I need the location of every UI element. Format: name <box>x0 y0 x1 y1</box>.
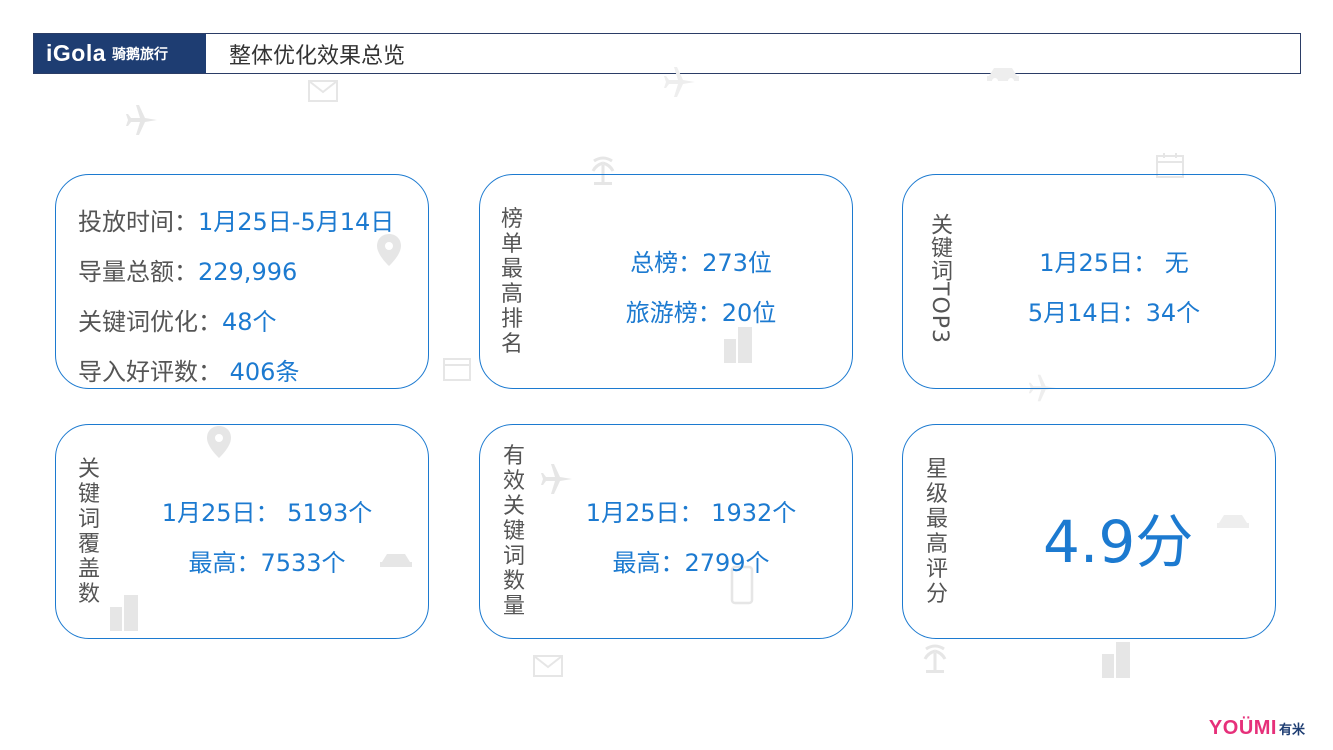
label-char: 最 <box>925 506 948 532</box>
palm-tree-icon <box>922 643 948 678</box>
card-campaign-summary: 投放时间：1月25日-5月14日 导量总额：229,996 关键词优化：48个 … <box>55 174 429 389</box>
label-top3-end: 5月14日： <box>1027 299 1146 327</box>
label-char: 名 <box>500 331 523 357</box>
footer-logo-cn: 有米 <box>1278 722 1305 737</box>
value-top3-end: 34个 <box>1145 299 1201 327</box>
value-reviews: 406条 <box>222 358 300 386</box>
plane-icon <box>125 103 159 142</box>
vertical-label-top3: 关键词TOP3 <box>927 213 952 345</box>
row-coverage-start: 1月25日： 5193个 <box>162 488 373 538</box>
label-char: 数 <box>77 581 100 607</box>
label-keywords: 关键词优化： <box>78 308 222 336</box>
label-char: 星 <box>925 456 948 482</box>
label-travel-rank: 旅游榜： <box>625 299 722 327</box>
label-coverage-start: 1月25日： <box>161 499 280 527</box>
label-char: 覆 <box>77 531 100 557</box>
youmi-logo: YOÜMI 有米 <box>1209 717 1305 740</box>
value-coverage-max: 7533个 <box>260 549 346 577</box>
label-char: 关 <box>502 494 525 519</box>
label-char: 高 <box>925 531 948 557</box>
rating-score: 4.9分 <box>1043 508 1194 576</box>
effective-lines: 1月25日： 1932个 最高：2799个 <box>550 488 832 588</box>
label-traffic: 导量总额： <box>78 258 198 286</box>
top3-lines: 1月25日： 无 5月14日：34个 <box>973 238 1255 338</box>
value-coverage-start: 5193个 <box>279 499 373 527</box>
igola-logo: iGola 骑鹅旅行 <box>34 34 206 73</box>
card-effective-keywords: 有 效 关 键 词 数 量 1月25日： 1932个 最高：2799个 <box>479 424 853 639</box>
car-icon <box>985 64 1021 89</box>
value-period: 1月25日-5月14日 <box>198 208 395 236</box>
page-title: 整体优化效果总览 <box>229 43 406 69</box>
label-effective-max: 最高： <box>612 549 685 577</box>
label-top3-start: 1月25日： <box>1039 249 1158 277</box>
label-char: 级 <box>925 481 948 507</box>
label-char: 高 <box>500 281 523 307</box>
row-traffic: 导量总额：229,996 <box>78 247 394 297</box>
label-reviews: 导入好评数： <box>78 358 222 386</box>
vertical-label-effective: 有 效 关 键 词 数 量 <box>500 425 528 638</box>
calendar-icon <box>443 355 471 386</box>
row-effective-max: 最高：2799个 <box>612 538 769 588</box>
value-effective-max: 2799个 <box>684 549 770 577</box>
row-reviews: 导入好评数： 406条 <box>78 347 394 397</box>
summary-lines: 投放时间：1月25日-5月14日 导量总额：229,996 关键词优化：48个 … <box>78 197 394 397</box>
label-char: 最 <box>500 256 523 282</box>
row-top3-end: 5月14日：34个 <box>1028 288 1200 338</box>
value-top3-start: 无 <box>1157 249 1189 277</box>
building-icon <box>1100 640 1134 685</box>
row-travel-rank: 旅游榜：20位 <box>626 288 777 338</box>
vertical-label-ranking: 榜 单 最 高 排 名 <box>498 175 526 388</box>
row-effective-start: 1月25日： 1932个 <box>586 488 797 538</box>
card-keyword-top3: 关键词TOP3 1月25日： 无 5月14日：34个 <box>902 174 1276 389</box>
label-period: 投放时间： <box>78 208 198 236</box>
coverage-lines: 1月25日： 5193个 最高：7533个 <box>126 488 408 588</box>
label-char: 效 <box>502 469 525 494</box>
label-char: 排 <box>500 306 523 332</box>
label-char: 评 <box>925 556 948 582</box>
ranking-lines: 总榜：273位 旅游榜：20位 <box>570 238 832 338</box>
label-char: 有 <box>502 444 525 469</box>
mail-icon <box>533 655 563 682</box>
logo-text-cn: 骑鹅旅行 <box>112 46 169 63</box>
label-char: 量 <box>502 594 525 619</box>
card-chart-ranking: 榜 单 最 高 排 名 总榜：273位 旅游榜：20位 <box>479 174 853 389</box>
row-keywords: 关键词优化：48个 <box>78 297 394 347</box>
value-traffic: 229,996 <box>198 258 298 286</box>
label-char: 单 <box>500 231 523 257</box>
row-coverage-max: 最高：7533个 <box>188 538 345 588</box>
row-top3-start: 1月25日： 无 <box>1039 238 1188 288</box>
label-overall-rank: 总榜： <box>630 249 703 277</box>
value-keywords: 48个 <box>222 308 277 336</box>
label-char: 盖 <box>77 556 100 582</box>
row-period: 投放时间：1月25日-5月14日 <box>78 197 394 247</box>
row-overall-rank: 总榜：273位 <box>630 238 772 288</box>
card-star-rating: 星 级 最 高 评 分 4.9分 <box>902 424 1276 639</box>
label-char: 词 <box>502 544 525 569</box>
value-travel-rank: 20位 <box>721 299 777 327</box>
label-coverage-max: 最高： <box>188 549 261 577</box>
vertical-label-coverage: 关 键 词 覆 盖 数 <box>75 425 103 638</box>
footer-logo-en: YOÜMI <box>1208 717 1277 739</box>
value-overall-rank: 273位 <box>702 249 772 277</box>
label-char: 键 <box>502 519 525 544</box>
vertical-label-rating: 星 级 最 高 评 分 <box>923 425 951 638</box>
label-char: 词 <box>77 506 100 532</box>
label-char: 分 <box>925 581 948 607</box>
label-char: 键 <box>77 481 100 507</box>
logo-text-en: iGola <box>46 40 107 66</box>
label-effective-start: 1月25日： <box>585 499 704 527</box>
plane-icon <box>663 65 697 104</box>
value-effective-start: 1932个 <box>703 499 797 527</box>
label-char: 榜 <box>500 206 523 232</box>
card-keyword-coverage: 关 键 词 覆 盖 数 1月25日： 5193个 最高：7533个 <box>55 424 429 639</box>
mail-icon <box>308 80 338 107</box>
label-char: 数 <box>502 569 525 594</box>
label-char: 关 <box>77 456 100 482</box>
